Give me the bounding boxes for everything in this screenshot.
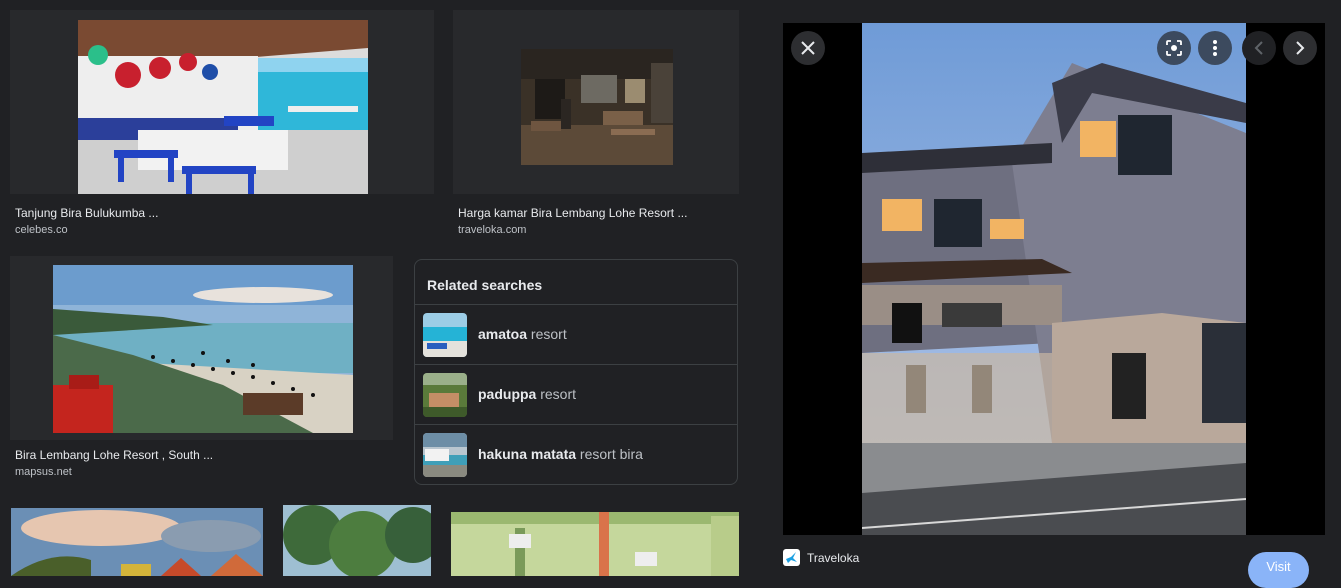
result-source[interactable]: mapsus.net [15,466,72,478]
result-tile-bottom-2[interactable] [283,505,441,576]
more-options-button[interactable] [1198,31,1232,65]
result-tile-bottom-1[interactable] [11,508,263,576]
related-search-label[interactable]: paduppa resort [478,386,576,402]
result-thumbnail-beach-lounge[interactable] [78,20,368,194]
related-search-thumbnail[interactable] [423,373,467,417]
related-search-label[interactable]: amatoa resort [478,326,567,342]
preview-image-guesthouse[interactable] [862,23,1246,535]
previous-image-button[interactable] [1242,31,1276,65]
result-caption[interactable]: Tanjung Bira Bulukumba ... [15,206,158,220]
result-tile-bottom-3[interactable] [451,512,739,576]
related-searches-title: Related searches [427,277,543,293]
related-search-amatoa[interactable]: amatoa resort [415,304,737,364]
result-thumbnail-container[interactable] [10,10,434,194]
related-search-hakuna-matata[interactable]: hakuna matata resort bira [415,424,737,484]
result-source[interactable]: celebes.co [15,224,68,236]
lens-search-button[interactable] [1157,31,1191,65]
result-caption[interactable]: Bira Lembang Lohe Resort , South ... [15,448,213,462]
result-tile-tanjung-bira[interactable]: Tanjung Bira Bulukumba ... celebes.co [10,10,434,240]
image-results-grid: Tanjung Bira Bulukumba ... celebes.co Ha… [0,0,759,576]
chevron-right-icon [1296,41,1305,55]
chevron-left-icon [1254,41,1263,55]
result-tile-lembang-lohe[interactable]: Bira Lembang Lohe Resort , South ... map… [10,256,393,484]
result-thumbnail-green-building[interactable] [451,512,739,576]
source-site-name[interactable]: Traveloka [807,551,859,565]
result-tile-harga-kamar[interactable]: Harga kamar Bira Lembang Lohe Resort ...… [453,10,739,240]
next-image-button[interactable] [1283,31,1317,65]
close-icon [801,41,815,55]
traveloka-logo-icon [783,549,800,566]
result-thumbnail-restaurant-interior[interactable] [521,49,673,165]
related-search-thumbnail[interactable] [423,313,467,357]
result-thumbnail-crowded-beach[interactable] [53,265,353,433]
close-button[interactable] [791,31,825,65]
visit-button[interactable]: Visit [1248,552,1309,588]
result-thumbnail-trees[interactable] [283,505,441,576]
related-searches-card: Related searches amatoa resort paduppa r… [414,259,738,485]
result-source[interactable]: traveloka.com [458,224,526,236]
result-caption[interactable]: Harga kamar Bira Lembang Lohe Resort ... [458,206,687,220]
preview-image-frame [783,23,1325,535]
related-search-label[interactable]: hakuna matata resort bira [478,446,643,462]
related-search-thumbnail[interactable] [423,433,467,477]
result-thumbnail-container[interactable] [453,10,739,194]
related-search-paduppa[interactable]: paduppa resort [415,364,737,424]
more-vert-icon [1213,40,1217,56]
result-thumbnail-container[interactable] [10,256,393,440]
result-thumbnail-houses-sky[interactable] [11,508,263,576]
image-preview-panel: Traveloka Visit [759,0,1341,588]
lens-icon [1166,40,1182,56]
